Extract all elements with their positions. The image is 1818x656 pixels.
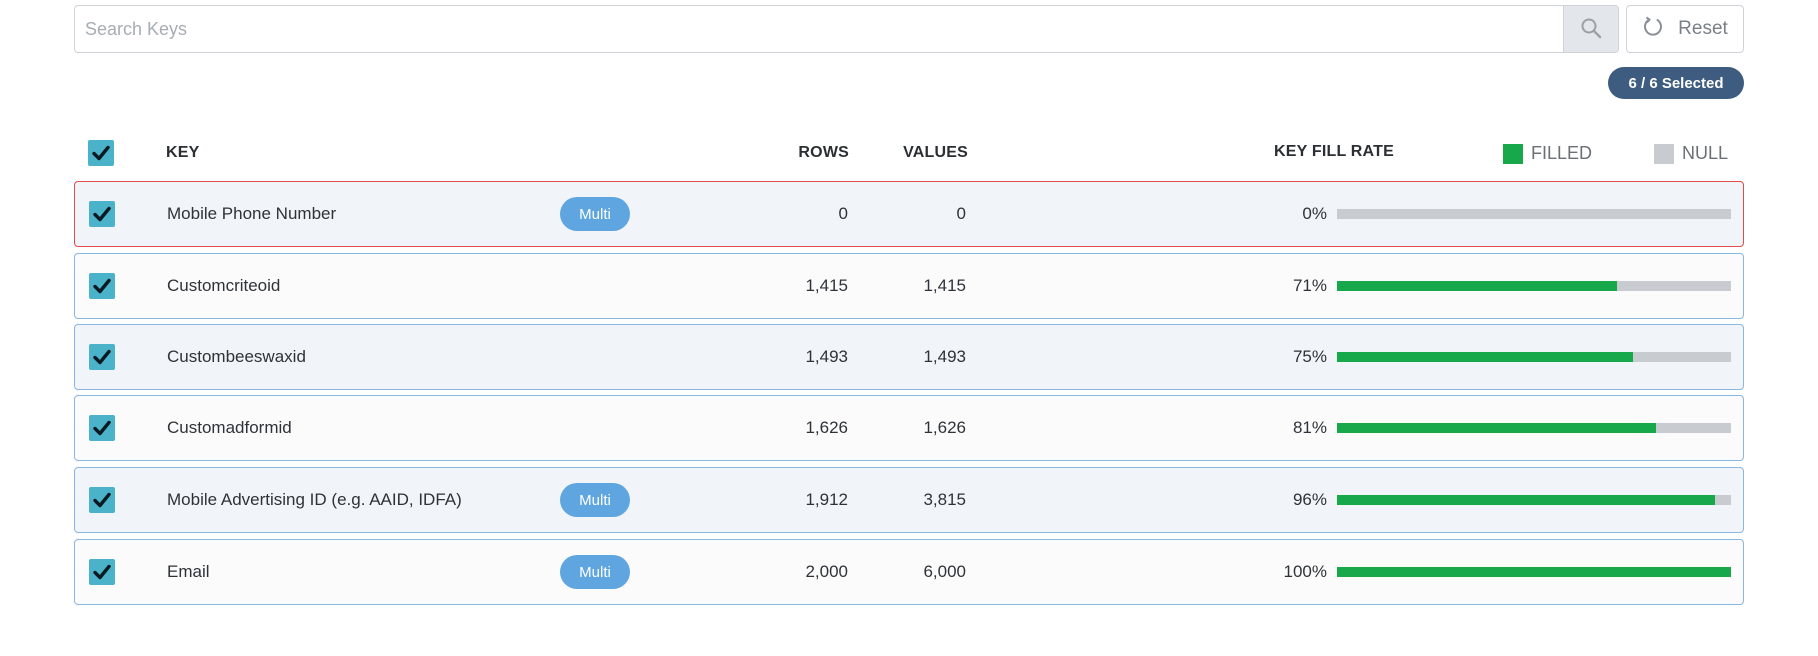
column-header-rows: ROWS bbox=[798, 144, 849, 161]
row-checkbox[interactable] bbox=[89, 487, 115, 513]
column-header-fill-rate: KEY FILL RATE bbox=[1274, 143, 1394, 160]
key-name: Custombeeswaxid bbox=[167, 347, 306, 366]
values-count: 1,415 bbox=[923, 276, 966, 295]
fill-rate-bar bbox=[1337, 209, 1731, 219]
checkmark-icon bbox=[93, 278, 111, 294]
rows-count: 1,626 bbox=[805, 418, 848, 437]
checkmark-icon bbox=[93, 564, 111, 580]
fill-rate-bar-filled bbox=[1337, 352, 1633, 362]
table-header: KEY ROWS VALUES KEY FILL RATE FILLED NUL… bbox=[74, 134, 1744, 172]
search-icon bbox=[1580, 17, 1602, 42]
fill-rate-bar bbox=[1337, 352, 1731, 362]
fill-rate-bar-filled bbox=[1337, 423, 1657, 433]
key-name: Customcriteoid bbox=[167, 276, 281, 295]
rows-count: 2,000 bbox=[805, 562, 848, 581]
checkmark-icon bbox=[93, 420, 111, 436]
fill-rate-bar-filled bbox=[1337, 495, 1716, 505]
legend-filled-swatch bbox=[1503, 144, 1523, 164]
row-checkbox[interactable] bbox=[89, 344, 115, 370]
values-count: 1,626 bbox=[923, 418, 966, 437]
selection-count-badge: 6 / 6 Selected bbox=[1608, 67, 1744, 99]
reset-icon bbox=[1642, 15, 1664, 43]
search-button[interactable] bbox=[1563, 6, 1618, 52]
key-name: Mobile Advertising ID (e.g. AAID, IDFA) bbox=[167, 490, 462, 509]
fill-rate-percent: 96% bbox=[1292, 490, 1327, 509]
row-checkbox[interactable] bbox=[89, 273, 115, 299]
key-name: Customadformid bbox=[167, 418, 292, 437]
rows-count: 1,415 bbox=[805, 276, 848, 295]
select-all-checkbox[interactable] bbox=[88, 140, 114, 166]
rows-count: 0 bbox=[838, 204, 848, 223]
multi-badge: Multi bbox=[560, 555, 630, 589]
fill-rate-bar bbox=[1337, 495, 1731, 505]
fill-rate-percent: 81% bbox=[1292, 418, 1327, 437]
key-name: Mobile Phone Number bbox=[167, 204, 337, 223]
values-count: 6,000 bbox=[923, 562, 966, 581]
checkmark-icon bbox=[92, 145, 110, 161]
column-header-key: KEY bbox=[166, 144, 200, 161]
values-count: 1,493 bbox=[923, 347, 966, 366]
multi-badge: Multi bbox=[560, 197, 630, 231]
checkmark-icon bbox=[93, 206, 111, 222]
values-count: 0 bbox=[956, 204, 966, 223]
fill-rate-percent: 100% bbox=[1283, 562, 1327, 581]
reset-label: Reset bbox=[1678, 18, 1728, 39]
reset-button[interactable]: Reset bbox=[1626, 5, 1744, 53]
fill-rate-bar-filled bbox=[1337, 567, 1731, 577]
row-checkbox[interactable] bbox=[89, 415, 115, 441]
rows-count: 1,493 bbox=[805, 347, 848, 366]
search-bar bbox=[74, 5, 1619, 53]
multi-badge: Multi bbox=[560, 483, 630, 517]
table-row[interactable]: Email Multi 2,000 6,000 100% bbox=[74, 539, 1744, 605]
checkmark-icon bbox=[93, 492, 111, 508]
search-input[interactable] bbox=[75, 6, 1563, 52]
column-header-values: VALUES bbox=[903, 144, 968, 161]
checkmark-icon bbox=[93, 349, 111, 365]
fill-rate-bar-filled bbox=[1337, 281, 1617, 291]
fill-rate-percent: 71% bbox=[1292, 276, 1327, 295]
fill-rate-bar bbox=[1337, 281, 1731, 291]
fill-rate-bar bbox=[1337, 423, 1731, 433]
fill-rate-percent: 75% bbox=[1292, 347, 1327, 366]
legend-null-label: NULL bbox=[1682, 143, 1729, 163]
table-row[interactable]: Customadformid 1,626 1,626 81% bbox=[74, 395, 1744, 461]
rows-count: 1,912 bbox=[805, 490, 848, 509]
fill-rate-bar bbox=[1337, 567, 1731, 577]
legend-null-swatch bbox=[1654, 144, 1674, 164]
table-row[interactable]: Customcriteoid 1,415 1,415 71% bbox=[74, 253, 1744, 319]
table-row[interactable]: Mobile Advertising ID (e.g. AAID, IDFA) M… bbox=[74, 467, 1744, 533]
row-checkbox[interactable] bbox=[89, 559, 115, 585]
table-row[interactable]: Custombeeswaxid 1,493 1,493 75% bbox=[74, 324, 1744, 390]
values-count: 3,815 bbox=[923, 490, 966, 509]
legend-filled-label: FILLED bbox=[1531, 143, 1593, 163]
fill-rate-percent: 0% bbox=[1302, 204, 1327, 223]
table-row[interactable]: Mobile Phone Number Multi 0 0 0% bbox=[74, 181, 1744, 247]
row-checkbox[interactable] bbox=[89, 201, 115, 227]
key-name: Email bbox=[167, 562, 210, 581]
